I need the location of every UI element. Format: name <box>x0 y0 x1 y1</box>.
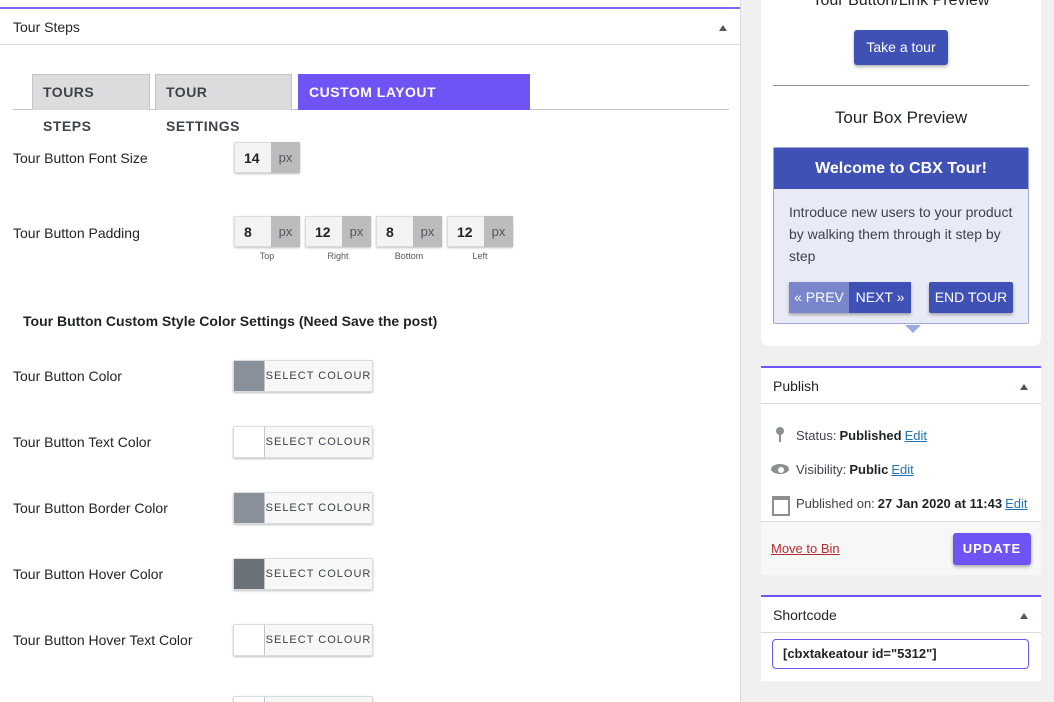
shortcode-input[interactable]: [cbxtakeatour id="5312"] <box>772 639 1029 669</box>
next-color-swatch[interactable] <box>234 697 265 702</box>
select-colour-button[interactable]: SELECT COLOUR <box>265 361 372 391</box>
visibility-row: Visibility: Public Edit <box>771 460 914 478</box>
status-edit-link[interactable]: Edit <box>905 428 927 443</box>
tour-box-preview: Welcome to CBX Tour! Introduce new users… <box>773 147 1029 333</box>
padding-right-input[interactable]: 12 <box>305 216 342 247</box>
prev-button[interactable]: « PREV <box>789 282 849 313</box>
published-value: 27 Jan 2020 at 11:43 <box>877 495 1003 511</box>
padding-right-field[interactable]: 12 px <box>305 216 371 247</box>
font-size-input[interactable]: 14 <box>234 142 271 173</box>
update-button[interactable]: UPDATE <box>953 533 1031 565</box>
tab-tours-steps[interactable]: TOURS STEPS <box>32 74 150 134</box>
button-color-label: Tour Button Color <box>13 368 122 384</box>
padding-bottom-unit: px <box>413 216 442 247</box>
end-tour-button[interactable]: END TOUR <box>929 282 1013 313</box>
padding-right-caption: Right <box>327 251 349 261</box>
tab-bar: TOURS STEPS TOUR SETTINGS CUSTOM LAYOUT … <box>13 74 729 134</box>
next-color-picker[interactable] <box>233 696 373 702</box>
hover-text-color-picker[interactable]: SELECT COLOUR <box>233 624 373 656</box>
hover-text-color-swatch[interactable] <box>234 625 265 655</box>
padding-bottom-field[interactable]: 8 px <box>376 216 442 247</box>
shortcode-title: Shortcode <box>773 607 837 623</box>
color-settings-title: Tour Button Custom Style Color Settings … <box>23 313 438 329</box>
box-preview-heading: Tour Box Preview <box>834 108 968 127</box>
preview-divider <box>773 85 1029 86</box>
preview-card: Tour Button/Link Preview Take a tour Tou… <box>761 0 1041 346</box>
font-size-unit: px <box>271 142 300 173</box>
border-color-swatch[interactable] <box>234 493 265 523</box>
shortcode-header[interactable]: Shortcode <box>761 595 1041 633</box>
collapse-caret-icon[interactable] <box>719 25 727 31</box>
next-button[interactable]: NEXT » <box>849 282 911 313</box>
select-colour-button[interactable]: SELECT COLOUR <box>265 625 372 655</box>
published-on-row: Published on: 27 Jan 2020 at 11:43 Edit <box>771 494 1028 516</box>
select-colour-button[interactable]: SELECT COLOUR <box>265 427 372 457</box>
link-preview-heading: Tour Button/Link Preview <box>812 0 990 9</box>
publish-actions: Move to Bin UPDATE <box>761 521 1041 575</box>
tab-custom-layout-style[interactable]: CUSTOM LAYOUT STYLE(PRO) <box>298 74 530 134</box>
padding-bottom-caption: Bottom <box>394 251 424 261</box>
pin-icon <box>771 426 789 444</box>
button-color-swatch[interactable] <box>234 361 265 391</box>
button-color-picker[interactable]: SELECT COLOUR <box>233 360 373 392</box>
tour-box-body: Introduce new users to your product by w… <box>789 204 1013 264</box>
padding-label: Tour Button Padding <box>13 225 140 241</box>
hover-text-color-label: Tour Button Hover Text Color <box>13 632 193 648</box>
padding-top-field[interactable]: 8 px <box>234 216 300 247</box>
eye-icon <box>771 460 789 478</box>
select-colour-button[interactable]: SELECT COLOUR <box>265 493 372 523</box>
calendar-icon <box>771 494 790 516</box>
tour-steps-panel: Tour Steps TOURS STEPS TOUR SETTINGS CUS… <box>0 0 741 702</box>
font-size-label: Tour Button Font Size <box>13 150 148 166</box>
status-row: Status: Published Edit <box>771 426 927 444</box>
collapse-caret-icon[interactable] <box>1020 613 1028 619</box>
select-colour-button[interactable]: SELECT COLOUR <box>265 559 372 589</box>
padding-left-input[interactable]: 12 <box>447 216 484 247</box>
visibility-label: Visibility: <box>796 461 847 477</box>
hover-color-picker[interactable]: SELECT COLOUR <box>233 558 373 590</box>
move-to-bin-link[interactable]: Move to Bin <box>771 541 840 556</box>
visibility-edit-link[interactable]: Edit <box>891 462 913 477</box>
hover-color-swatch[interactable] <box>234 559 265 589</box>
padding-left-field[interactable]: 12 px <box>447 216 513 247</box>
text-color-label: Tour Button Text Color <box>13 434 152 450</box>
padding-right-unit: px <box>342 216 371 247</box>
padding-top-unit: px <box>271 216 300 247</box>
tab-tour-settings[interactable]: TOUR SETTINGS <box>155 74 292 134</box>
take-a-tour-button[interactable]: Take a tour <box>854 30 948 65</box>
padding-left-unit: px <box>484 216 513 247</box>
shortcode-box: Shortcode [cbxtakeatour id="5312"] <box>761 595 1041 681</box>
status-label: Status: <box>796 427 837 443</box>
text-color-swatch[interactable] <box>234 427 265 457</box>
published-label: Published on: <box>796 495 875 511</box>
visibility-value: Public <box>849 461 889 477</box>
padding-top-caption: Top <box>259 251 275 261</box>
collapse-caret-icon[interactable] <box>1020 384 1028 390</box>
publish-header[interactable]: Publish <box>761 366 1041 404</box>
hover-color-label: Tour Button Hover Color <box>13 566 164 582</box>
tour-nav-buttons: « PREV NEXT » <box>789 282 911 313</box>
panel-title: Tour Steps <box>13 19 80 35</box>
font-size-field[interactable]: 14 px <box>234 142 300 173</box>
border-color-picker[interactable]: SELECT COLOUR <box>233 492 373 524</box>
publish-box: Publish Status: Published Edit Visibilit… <box>761 366 1041 575</box>
border-color-label: Tour Button Border Color <box>13 500 168 516</box>
tour-box-pointer <box>905 325 921 333</box>
tour-box-title: Welcome to CBX Tour! <box>774 148 1028 189</box>
publish-title: Publish <box>773 378 819 394</box>
padding-left-caption: Left <box>472 251 488 261</box>
padding-top-input[interactable]: 8 <box>234 216 271 247</box>
status-value: Published <box>839 427 902 443</box>
text-color-picker[interactable]: SELECT COLOUR <box>233 426 373 458</box>
published-edit-link[interactable]: Edit <box>1005 496 1027 511</box>
padding-bottom-input[interactable]: 8 <box>376 216 413 247</box>
tour-steps-header[interactable]: Tour Steps <box>0 9 740 45</box>
